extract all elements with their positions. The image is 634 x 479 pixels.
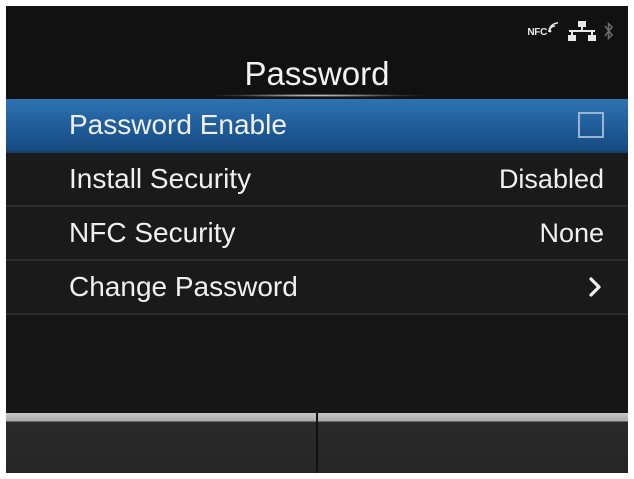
menu-item-value: Disabled [498,164,604,194]
chevron-right-icon [584,273,606,301]
softkey-right[interactable] [318,413,628,473]
bluetooth-icon [604,21,614,46]
password-enable-checkbox[interactable] [578,112,604,138]
menu-item-nfc-security[interactable]: NFC Security None [6,207,628,261]
network-icon [568,20,596,46]
menu-item-label: NFC Security [69,217,236,248]
menu-item-label: Password Enable [69,109,287,140]
menu-item-label: Change Password [69,271,298,302]
title-underline-glow [212,94,422,97]
menu-item-change-password[interactable]: Change Password [6,261,628,315]
menu-item-install-security[interactable]: Install Security Disabled [6,153,628,207]
softkey-bar [6,413,628,473]
printer-display-screen: NFC Password Password Enable Install Sec… [6,6,628,473]
settings-menu: Password Enable Install Security Disable… [6,99,628,315]
softkey-left[interactable] [6,413,318,473]
nfc-label: NFC [527,27,547,38]
page-title: Password [244,55,390,92]
menu-item-value: None [539,218,604,248]
menu-item-label: Install Security [69,163,252,194]
nfc-icon: NFC [527,22,560,38]
status-bar: NFC [527,20,614,46]
menu-item-password-enable[interactable]: Password Enable [6,99,628,153]
menu-empty-area [6,315,628,413]
